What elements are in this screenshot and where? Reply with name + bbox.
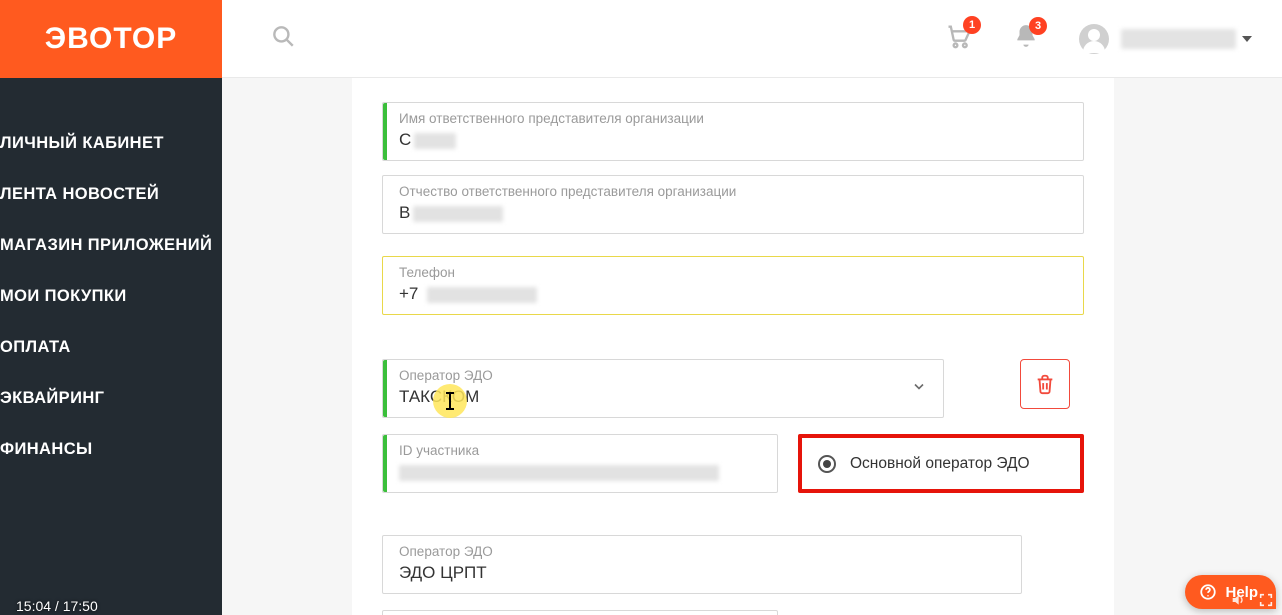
user-menu-caret-icon[interactable] [1242, 36, 1252, 42]
fullscreen-icon[interactable] [1258, 592, 1274, 613]
patronymic-value: В [399, 203, 1069, 223]
operator1-row: Оператор ЭДО ТАКСКОМ [382, 359, 1084, 418]
sidebar-item-acquiring[interactable]: ЭКВАЙРИНГ [0, 373, 222, 424]
sidebar-item-finance[interactable]: ФИНАНСЫ [0, 424, 222, 475]
phone-label: Телефон [399, 265, 1069, 280]
sidebar-item-purchases[interactable]: МОИ ПОКУПКИ [0, 271, 222, 322]
phone-value: +7 [399, 284, 1069, 304]
first-name-value: С [399, 130, 1069, 150]
chevron-down-icon [911, 378, 927, 399]
main-operator-label: Основной оператор ЭДО [850, 455, 1030, 473]
participant-id-row: ID участника Основной оператор ЭДО [382, 434, 1084, 493]
search-icon[interactable] [270, 23, 296, 54]
participant-id-field[interactable]: ID участника [382, 434, 778, 493]
patronymic-label: Отчество ответственного представителя ор… [399, 184, 1069, 199]
operator2-field[interactable]: Оператор ЭДО ЭДО ЦРПТ [382, 535, 1022, 594]
cart-icon[interactable]: 1 [945, 22, 973, 55]
sidebar-item-news[interactable]: ЛЕНТА НОВОСТЕЙ [0, 169, 222, 220]
sidebar-item-cabinet[interactable]: ЛИЧНЫЙ КАБИНЕТ [0, 118, 222, 169]
main-operator-option[interactable]: Основной оператор ЭДО [798, 434, 1084, 493]
video-controls: 15:04 / 17:50 [0, 595, 1282, 615]
operator1-value: ТАКСКОМ [399, 387, 903, 407]
sidebar: ЭВОТОР ЛИЧНЫЙ КАБИНЕТ ЛЕНТА НОВОСТЕЙ МАГ… [0, 0, 222, 615]
user-name[interactable] [1121, 29, 1236, 49]
sidebar-nav: ЛИЧНЫЙ КАБИНЕТ ЛЕНТА НОВОСТЕЙ МАГАЗИН ПР… [0, 78, 222, 475]
operator2-label: Оператор ЭДО [399, 544, 1007, 559]
operator1-label: Оператор ЭДО [399, 368, 903, 383]
first-name-field[interactable]: Имя ответственного представителя организ… [382, 102, 1084, 161]
sidebar-item-appstore[interactable]: МАГАЗИН ПРИЛОЖЕНИЙ [0, 220, 222, 271]
delete-operator-button[interactable] [1020, 359, 1070, 409]
phone-field[interactable]: Телефон +7 [382, 256, 1084, 315]
bell-icon[interactable]: 3 [1013, 23, 1039, 54]
radio-selected-icon [818, 455, 836, 473]
cart-badge: 1 [963, 16, 981, 34]
brand-logo-text: ЭВОТОР [45, 22, 178, 56]
operator1-select[interactable]: Оператор ЭДО ТАКСКОМ [382, 359, 944, 418]
operator2-value: ЭДО ЦРПТ [399, 563, 1007, 583]
topbar: 1 3 [222, 0, 1282, 78]
patronymic-field[interactable]: Отчество ответственного представителя ор… [382, 175, 1084, 234]
content-area: Имя ответственного представителя организ… [222, 78, 1282, 615]
video-timecode: 15:04 / 17:50 [16, 598, 98, 614]
form-panel: Имя ответственного представителя организ… [352, 78, 1114, 615]
avatar-icon[interactable] [1079, 24, 1109, 54]
bell-badge: 3 [1029, 17, 1047, 35]
participant-id-value [399, 462, 763, 482]
first-name-label: Имя ответственного представителя организ… [399, 111, 1069, 126]
brand-logo[interactable]: ЭВОТОР [0, 0, 222, 78]
sidebar-item-payment[interactable]: ОПЛАТА [0, 322, 222, 373]
participant-id-label: ID участника [399, 443, 763, 458]
volume-icon[interactable] [1230, 592, 1246, 613]
